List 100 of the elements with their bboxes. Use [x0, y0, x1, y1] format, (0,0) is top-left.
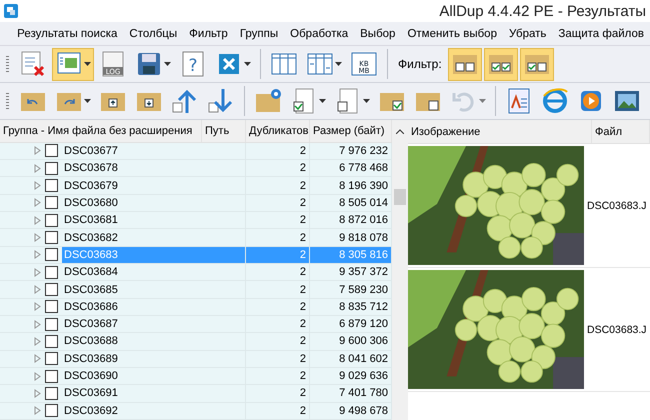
- table-cell: 8 305 816: [310, 246, 392, 264]
- file-row[interactable]: DSC03677 2 7 976 232: [0, 142, 392, 160]
- row-checkbox[interactable]: [45, 404, 58, 418]
- file-row[interactable]: DSC03687 2 6 879 120: [0, 316, 392, 334]
- table-cell-text: DSC03691: [63, 386, 119, 402]
- row-checkbox[interactable]: [45, 370, 58, 383]
- table-cell-text: DSC03677: [63, 144, 119, 159]
- table-cell: 2: [246, 281, 310, 298]
- table-cell: 2: [246, 212, 310, 228]
- table-cell-text: DSC03678: [63, 161, 119, 176]
- row-checkbox[interactable]: [45, 283, 58, 296]
- table-cell: 2: [246, 229, 310, 246]
- table-cell-text: DSC03685: [63, 282, 119, 298]
- row-checkbox[interactable]: [45, 318, 58, 331]
- column-header[interactable]: Файл: [592, 120, 650, 143]
- column-header[interactable]: Путь: [202, 120, 246, 142]
- caret-icon: [479, 99, 486, 103]
- scroll-thumb[interactable]: [394, 189, 406, 205]
- row-checkbox[interactable]: [45, 179, 58, 192]
- file-row[interactable]: DSC03680 2 8 505 014: [0, 194, 392, 212]
- column-header[interactable]: Группа - Имя файла без расширения: [0, 120, 202, 142]
- table-cell: 2: [246, 368, 310, 384]
- menu-item[interactable]: Выбор: [354, 28, 402, 40]
- caret-icon: [164, 62, 171, 66]
- table-cell: 2: [246, 160, 310, 176]
- table-cell-text: DSC03682: [63, 230, 119, 246]
- row-checkbox[interactable]: [45, 214, 58, 227]
- row-checkbox[interactable]: [45, 231, 58, 244]
- file-row[interactable]: DSC03679 2 8 196 390: [0, 177, 392, 195]
- caret-icon: [363, 99, 370, 103]
- menu-item[interactable]: Столбцы: [123, 28, 184, 40]
- toolbar-button[interactable]: [52, 48, 94, 80]
- up-arrow-icon: [171, 87, 199, 115]
- menu-item[interactable]: Результаты поиска: [11, 28, 124, 40]
- table-cell-text: DSC03689: [63, 352, 119, 367]
- caret-icon: [319, 99, 326, 103]
- table-cell: 2: [246, 333, 310, 350]
- menu-item[interactable]: Группы: [234, 28, 284, 40]
- file-row[interactable]: DSC03689 2 8 041 602: [0, 350, 392, 368]
- row-checkbox[interactable]: [45, 196, 58, 210]
- table-cell: [202, 246, 246, 264]
- column-header[interactable]: Изображение: [408, 120, 592, 143]
- row-checkbox[interactable]: [45, 386, 58, 400]
- table-cell-text: DSC03692: [63, 404, 119, 419]
- table-cell-text: DSC03687: [63, 317, 119, 332]
- menu-item[interactable]: Фильтр: [183, 28, 234, 40]
- file-row[interactable]: DSC03692 2 9 498 678: [0, 402, 392, 420]
- menu-item[interactable]: Убрать: [502, 28, 552, 40]
- file-row[interactable]: DSC03678 2 6 778 468: [0, 160, 392, 178]
- table-cell: 2: [246, 350, 310, 367]
- menu-item[interactable]: Обработка: [284, 28, 354, 40]
- table-cell: 2: [246, 264, 310, 280]
- caret-icon: [335, 62, 342, 66]
- down-arrow-icon: [207, 87, 235, 115]
- folder-gear-icon: [254, 87, 282, 115]
- file-row[interactable]: DSC03684 2 9 357 372: [0, 264, 392, 282]
- row-checkbox[interactable]: [45, 334, 58, 348]
- table-cell: 2: [246, 385, 310, 402]
- table-cell-text: DSC03683.J: [586, 198, 648, 214]
- file-row[interactable]: DSC03686 2 8 835 712: [0, 298, 392, 316]
- toolbar-button[interactable]: [520, 48, 554, 80]
- file-row[interactable]: DSC03690 2 9 029 636: [0, 368, 392, 386]
- file-row[interactable]: DSC03681 2 8 872 016: [0, 212, 392, 230]
- table-cell: 2: [246, 142, 310, 160]
- caret-icon: [84, 62, 91, 66]
- table-cell-text: DSC03683.J: [586, 322, 648, 338]
- row-checkbox[interactable]: [45, 300, 58, 314]
- menu-item[interactable]: Отменить выбор: [401, 28, 503, 40]
- row-checkbox[interactable]: [45, 266, 58, 279]
- table-cell-text: DSC03688: [63, 334, 119, 350]
- column-header[interactable]: Дубликатов: [246, 120, 310, 142]
- row-checkbox[interactable]: [45, 352, 58, 366]
- menu-item[interactable]: Защита файлов: [552, 28, 650, 40]
- scrollbar[interactable]: [392, 120, 408, 420]
- table-cell-text: DSC03684: [63, 265, 119, 280]
- app-icon: [4, 4, 18, 18]
- file-row[interactable]: DSC03688 2 9 600 306: [0, 333, 392, 351]
- table-cell: 2: [246, 316, 310, 332]
- file-row[interactable]: DSC03691 2 7 401 780: [0, 385, 392, 403]
- globe-e-icon: [541, 87, 569, 115]
- table-cell-text: DSC03690: [63, 369, 119, 384]
- table-cell: 2: [246, 402, 310, 419]
- caret-icon: [84, 99, 91, 103]
- toolbar-button[interactable]: [484, 48, 518, 80]
- list-remove-icon: [19, 50, 47, 78]
- scroll-up-icon[interactable]: [396, 129, 404, 134]
- file-row[interactable]: DSC03682 2 9 818 078: [0, 229, 392, 247]
- table-cell: DSC03683: [62, 246, 202, 264]
- row-checkbox[interactable]: [45, 162, 58, 175]
- table-cell: 2: [246, 194, 310, 212]
- file-row[interactable]: DSC03685 2 7 589 230: [0, 281, 392, 299]
- row-checkbox[interactable]: [45, 144, 58, 158]
- table-cell-text: DSC03686: [63, 300, 119, 315]
- toolbar-button[interactable]: [448, 48, 482, 80]
- table-cell-text: DSC03680: [63, 196, 119, 211]
- table-cell: 2: [246, 246, 310, 264]
- table-cell: 2: [246, 177, 310, 194]
- row-checkbox[interactable]: [45, 248, 58, 262]
- window-title: AllDup 4.4.42 PE - Результаты: [439, 2, 646, 20]
- caret-icon: [244, 62, 251, 66]
